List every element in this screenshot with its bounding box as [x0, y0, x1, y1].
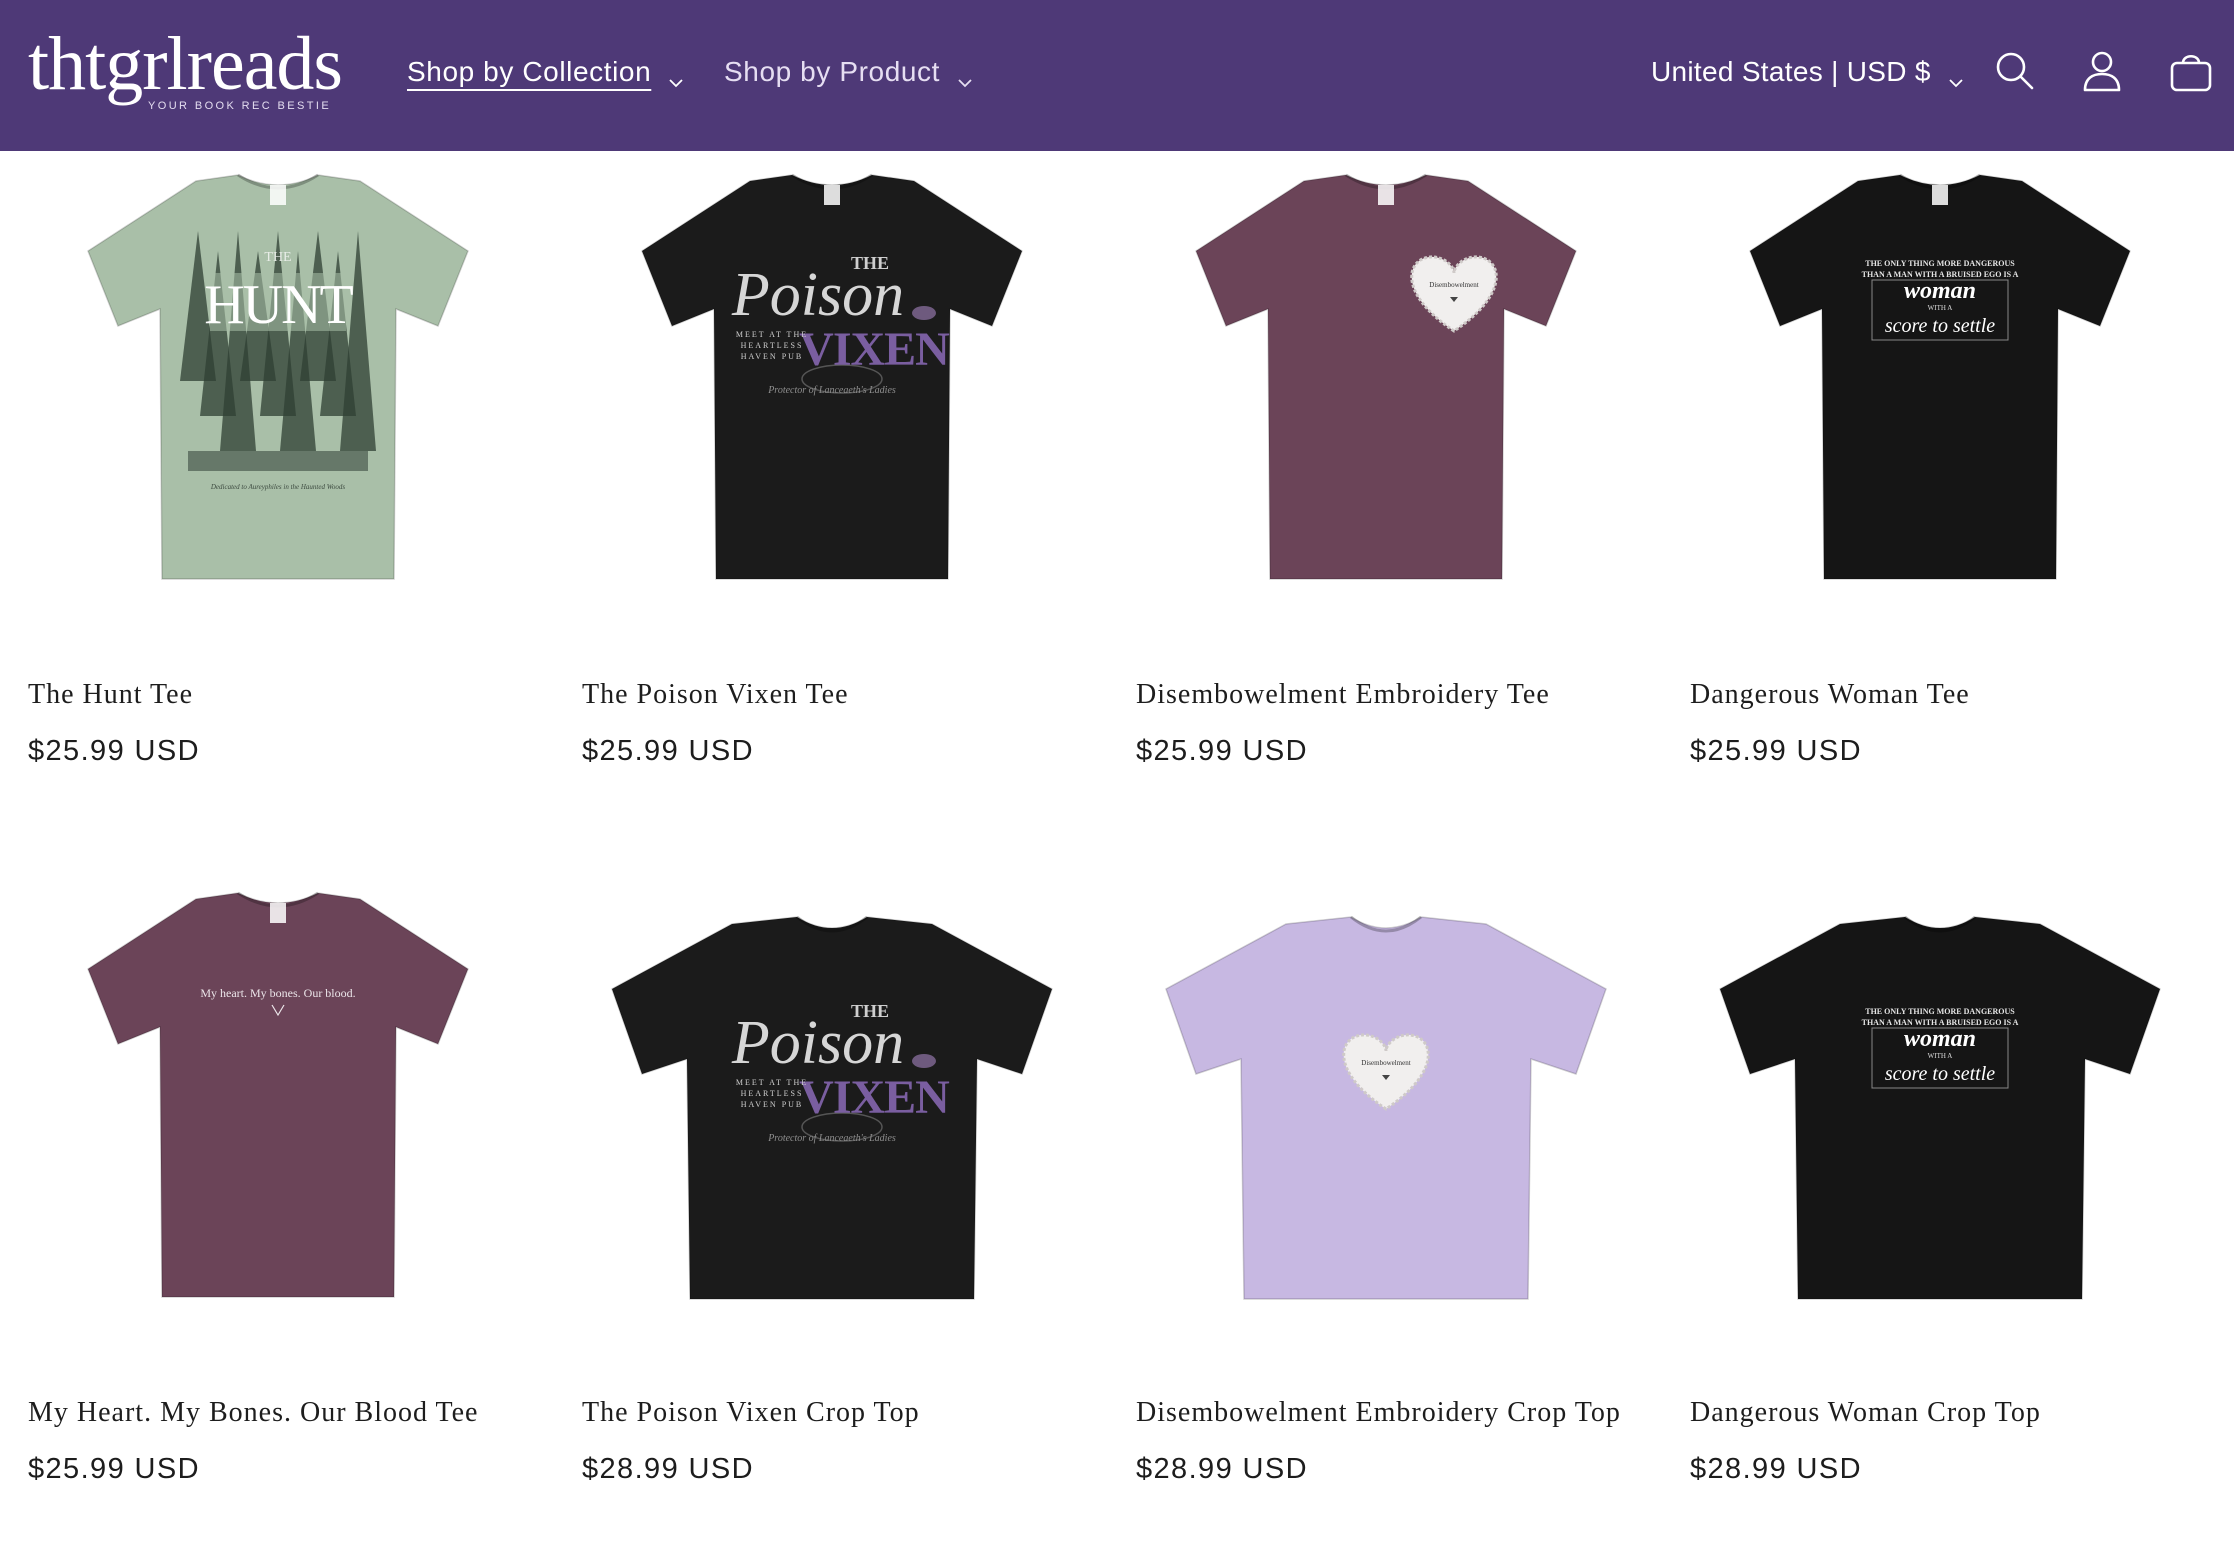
nav-shop-by-product[interactable]: Shop by Product [724, 50, 972, 94]
product-price: $25.99 USD [1690, 735, 1862, 767]
product-title[interactable]: Dangerous Woman Tee [1690, 679, 2230, 711]
print-main: HUNT [204, 274, 353, 336]
print-main: VIXEN [799, 1071, 950, 1124]
print-line: My heart. My bones. Our blood. [200, 986, 355, 1000]
heart-patch-text: Disembowelment [1361, 1059, 1410, 1067]
print-script: score to settle [1885, 315, 1995, 337]
print-left-line: MEET AT THE [736, 330, 808, 339]
logo-tagline: YOUR BOOK REC BESTIE [148, 100, 332, 112]
print-main: woman [1904, 278, 1976, 304]
print-left-line: HEARTLESS [741, 1089, 804, 1098]
logo-wordmark: thtgrlreads [28, 22, 343, 106]
site-header: thtgrlreads YOUR BOOK REC BESTIE Shop by… [0, 0, 2234, 151]
product-title[interactable]: Disembowelment Embroidery Crop Top [1136, 1397, 1676, 1429]
print-top-line: THE ONLY THING MORE DANGEROUS [1865, 1007, 2015, 1016]
print-left-line: HAVEN PUB [741, 352, 804, 361]
print-left-line: HAVEN PUB [741, 1100, 804, 1109]
product-price: $28.99 USD [1136, 1453, 1308, 1485]
nav-shop-by-collection-label: Shop by Collection [407, 56, 652, 87]
country-currency-selector[interactable]: United States | USD $ [1651, 50, 1963, 94]
product-price: $25.99 USD [582, 735, 754, 767]
site-logo[interactable]: thtgrlreads YOUR BOOK REC BESTIE [28, 26, 343, 116]
product-image[interactable]: THE Poison VIXEN MEET AT THE HEARTLESS HAVEN … [582, 151, 1082, 631]
nav-shop-by-collection[interactable]: Shop by Collection [407, 50, 683, 94]
product-image[interactable]: My heart. My bones. Our blood. [28, 869, 528, 1349]
product-image[interactable]: Disembowelment [1136, 151, 1636, 631]
product-image[interactable]: THE HUNT Dedicated to Aureyphiles in the H… [28, 151, 528, 631]
product-title[interactable]: My Heart. My Bones. Our Blood Tee [28, 1397, 568, 1429]
product-price: $28.99 USD [1690, 1453, 1862, 1485]
chevron-down-icon [669, 65, 683, 88]
chevron-down-icon [958, 65, 972, 88]
product-image[interactable]: Disembowelment [1136, 869, 1636, 1349]
print-left-line: MEET AT THE [736, 1078, 808, 1087]
print-main: VIXEN [799, 323, 950, 376]
print-script: Protector of Lanceaeth's Ladies [767, 385, 896, 396]
product-title[interactable]: Disembowelment Embroidery Tee [1136, 679, 1676, 711]
chevron-down-icon [1949, 65, 1963, 88]
product-title[interactable]: The Poison Vixen Tee [582, 679, 1122, 711]
print-script: score to settle [1885, 1063, 1995, 1085]
nav-shop-by-product-label: Shop by Product [724, 56, 941, 87]
cart-icon[interactable] [2168, 48, 2214, 94]
product-title[interactable]: The Hunt Tee [28, 679, 568, 711]
search-icon[interactable] [1992, 48, 2038, 94]
country-currency-label: United States | USD $ [1651, 56, 1931, 87]
heart-patch-text: Disembowelment [1429, 281, 1478, 289]
product-image[interactable]: THE ONLY THING MORE DANGEROUS THAN A MAN … [1690, 151, 2190, 631]
print-script-word: Poison [731, 261, 904, 329]
product-price: $25.99 USD [28, 735, 200, 767]
print-main: woman [1904, 1026, 1976, 1052]
product-title[interactable]: The Poison Vixen Crop Top [582, 1397, 1122, 1429]
print-script: Dedicated to Aureyphiles in the Haunted … [210, 483, 346, 491]
print-script: Protector of Lanceaeth's Ladies [767, 1133, 896, 1144]
print-top: THE [264, 250, 291, 265]
account-icon[interactable] [2079, 48, 2125, 94]
product-price: $28.99 USD [582, 1453, 754, 1485]
product-title[interactable]: Dangerous Woman Crop Top [1690, 1397, 2230, 1429]
product-image[interactable]: THE ONLY THING MORE DANGEROUS THAN A MAN … [1690, 869, 2190, 1349]
product-image[interactable]: THE Poison VIXEN MEET AT THE HEARTLESS HAVEN … [582, 869, 1082, 1349]
print-left-line: HEARTLESS [741, 341, 804, 350]
product-price: $25.99 USD [28, 1453, 200, 1485]
print-script-word: Poison [731, 1009, 904, 1077]
print-small: WITH A [1928, 1052, 1953, 1060]
print-small: WITH A [1928, 304, 1953, 312]
product-price: $25.99 USD [1136, 735, 1308, 767]
print-top-line: THE ONLY THING MORE DANGEROUS [1865, 259, 2015, 268]
